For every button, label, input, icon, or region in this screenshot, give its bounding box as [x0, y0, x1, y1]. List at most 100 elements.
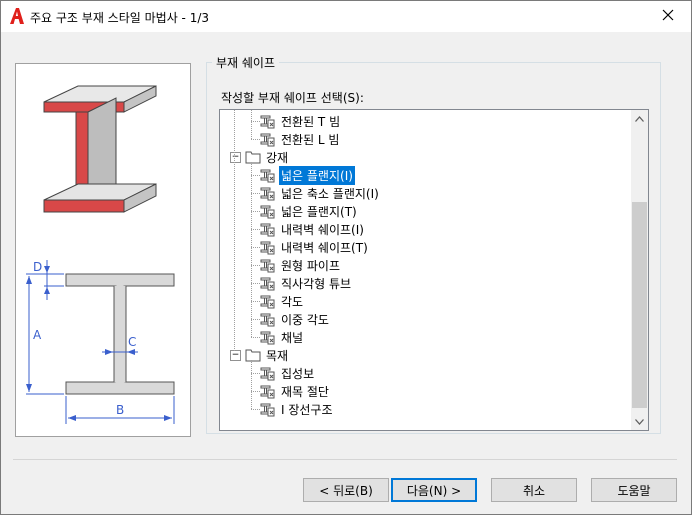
beam-shape-icon — [260, 311, 279, 327]
tree-node-label: I 장선구조 — [281, 402, 333, 417]
dim-label-c: C — [128, 335, 136, 349]
tree-connector — [234, 110, 235, 351]
tree-node-label: 전환된 L 빔 — [281, 132, 340, 147]
tree-connector — [251, 110, 252, 139]
tree-shape-node[interactable]: 넓은 축소 플랜지(I) — [260, 184, 381, 202]
cancel-button-label: 취소 — [522, 483, 546, 498]
tree-folder-node[interactable]: − 목재 — [230, 346, 290, 364]
beam-shape-icon — [260, 167, 279, 183]
tree-node-label: 채널 — [281, 330, 304, 345]
tree-shape-node[interactable]: I 장선구조 — [260, 400, 335, 418]
help-button-label: 도움말 — [617, 483, 651, 498]
autocad-a-icon — [9, 7, 25, 25]
dim-label-b: B — [116, 403, 124, 417]
tree-shape-node[interactable]: 내력벽 쉐이프(T) — [260, 238, 370, 256]
tree-connector — [251, 265, 260, 266]
tree-shape-node[interactable]: 직사각형 튜브 — [260, 274, 353, 292]
beam-shape-icon — [260, 221, 279, 237]
shape-select-prompt: 작성할 부재 쉐이프 선택(S): — [221, 91, 364, 105]
next-button[interactable]: 다음(N) > — [391, 478, 477, 502]
tree-shape-node[interactable]: 각도 — [260, 292, 305, 310]
tree-folder-node[interactable]: − 강재 — [230, 148, 290, 166]
tree-connector — [251, 211, 260, 212]
tree-shape-node[interactable]: 재목 절단 — [260, 382, 331, 400]
shape-tree-view[interactable]: 전환된 T 빔전환된 L 빔 − 강재 넓은 플랜지(I) 넓은 축소 플랜지(I) 넓은… — [219, 109, 649, 431]
tree-connector — [251, 319, 260, 320]
tree-shape-node[interactable]: 이중 각도 — [260, 310, 331, 328]
tree-shape-node[interactable]: 내력벽 쉐이프(I) — [260, 220, 366, 238]
tree-shape-node[interactable]: 넓은 플랜지(I) — [260, 165, 355, 185]
scroll-up-button[interactable] — [631, 110, 648, 127]
help-button[interactable]: 도움말 — [591, 478, 677, 502]
tree-connector — [251, 139, 260, 140]
dim-label-d: D — [33, 260, 42, 274]
tree-shape-node[interactable]: 채널 — [260, 328, 305, 346]
tree-node-label: 내력벽 쉐이프(T) — [281, 240, 368, 255]
close-button[interactable] — [645, 1, 691, 32]
tree-node-label: 강재 — [266, 150, 289, 165]
wide-flange-illustration: D A C B — [26, 85, 175, 424]
tree-node-label: 재목 절단 — [281, 384, 329, 399]
next-button-label: 다음(N) > — [406, 483, 462, 498]
tree-shape-node[interactable]: 넓은 플랜지(T) — [260, 202, 359, 220]
tree-shape-node[interactable]: 집성보 — [260, 364, 316, 382]
tree-connector — [251, 391, 260, 392]
tree-connector — [251, 121, 260, 122]
beam-shape-icon — [260, 401, 279, 417]
tree-node-label: 전환된 T 빔 — [281, 114, 341, 129]
vertical-scrollbar[interactable] — [631, 110, 648, 430]
beam-shape-icon — [260, 293, 279, 309]
folder-icon — [245, 348, 264, 362]
beam-shape-icon — [260, 383, 279, 399]
close-icon — [662, 9, 674, 24]
shape-preview-panel: D A C B — [15, 63, 191, 437]
tree-connector — [251, 283, 260, 284]
tree-connector — [251, 337, 260, 338]
beam-shape-icon — [260, 203, 279, 219]
scroll-down-button[interactable] — [631, 413, 648, 430]
beam-shape-icon — [260, 257, 279, 273]
tree-shape-node[interactable]: 전환된 L 빔 — [260, 130, 341, 148]
tree-connector — [251, 162, 252, 337]
footer-separator — [13, 459, 677, 460]
tree-node-label: 원형 파이프 — [281, 258, 341, 273]
tree-node-label: 각도 — [281, 294, 304, 309]
tree-node-label: 직사각형 튜브 — [281, 276, 352, 291]
cancel-button[interactable]: 취소 — [491, 478, 577, 502]
tree-node-label: 집성보 — [281, 366, 315, 381]
collapse-toggle-icon[interactable]: − — [230, 349, 241, 361]
beam-shape-icon — [260, 239, 279, 255]
tree-node-label: 넓은 축소 플랜지(I) — [281, 186, 379, 201]
groupbox-title: 부재 쉐이프 — [212, 54, 280, 71]
tree-node-label: 넓은 플랜지(I) — [279, 165, 355, 185]
tree-connector — [251, 229, 260, 230]
tree-node-label: 넓은 플랜지(T) — [281, 204, 357, 219]
scrollbar-thumb[interactable] — [632, 202, 647, 408]
wizard-dialog: 주요 구조 부재 스타일 마법사 - 1/3 D A C B 부재 쉐이프 작성… — [0, 0, 692, 515]
collapse-toggle-icon[interactable]: − — [230, 151, 241, 163]
beam-section-drawing — [26, 260, 175, 424]
tree-node-label: 목재 — [266, 348, 289, 363]
tree-connector — [251, 301, 260, 302]
beam-shape-icon — [260, 185, 279, 201]
tree-connector — [251, 247, 260, 248]
chevron-down-icon — [635, 418, 644, 425]
tree-connector — [251, 360, 252, 409]
tree-connector — [251, 193, 260, 194]
tree-connector — [251, 409, 260, 410]
beam-shape-icon — [260, 365, 279, 381]
tree-connector — [251, 373, 260, 374]
tree-node-label: 이중 각도 — [281, 312, 329, 327]
tree-shape-node[interactable]: 전환된 T 빔 — [260, 112, 342, 130]
tree-node-label: 내력벽 쉐이프(I) — [281, 222, 364, 237]
folder-icon — [245, 150, 264, 164]
tree-shape-node[interactable]: 원형 파이프 — [260, 256, 342, 274]
chevron-up-icon — [635, 115, 644, 122]
window-title: 주요 구조 부재 스타일 마법사 - 1/3 — [30, 11, 210, 25]
tree-connector — [251, 175, 260, 176]
beam-shape-icon — [260, 329, 279, 345]
beam-shape-icon — [260, 113, 279, 129]
back-button-label: < 뒤로(B) — [319, 483, 373, 498]
back-button[interactable]: < 뒤로(B) — [303, 478, 389, 502]
beam-3d-sketch — [43, 85, 157, 213]
